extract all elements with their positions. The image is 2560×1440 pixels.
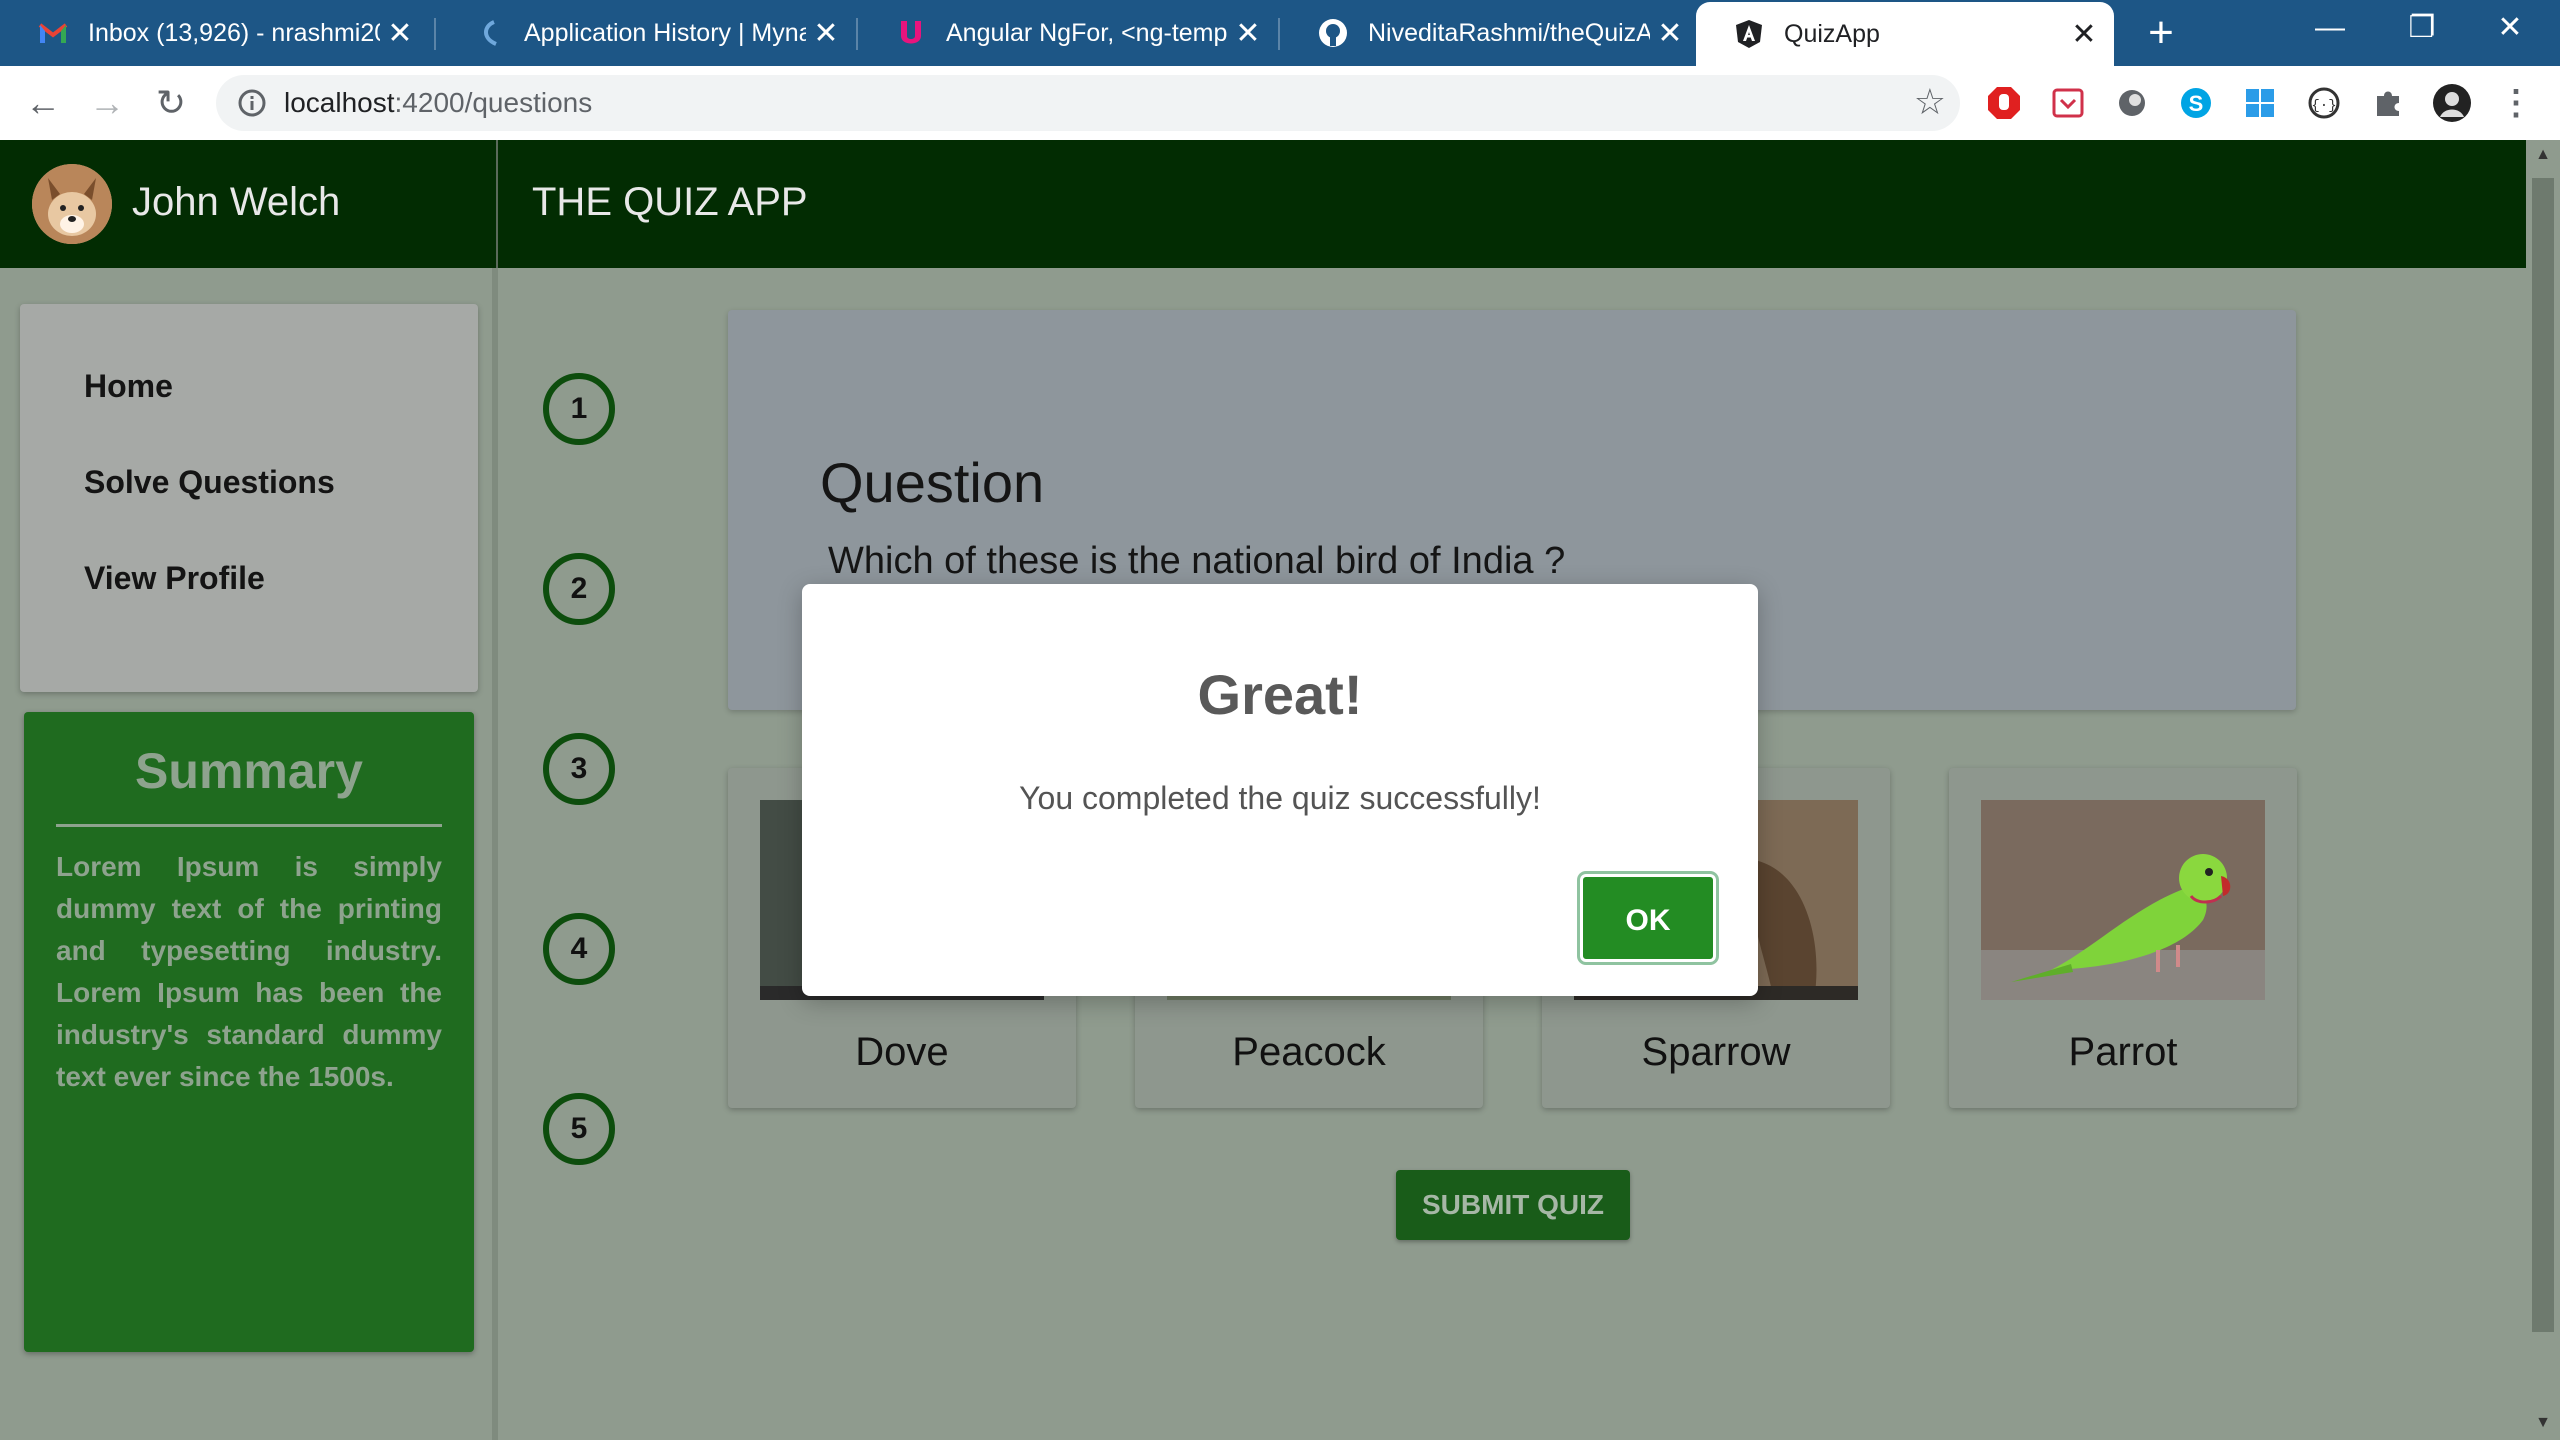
option-card-parrot[interactable]: Parrot	[1949, 768, 2297, 1108]
option-label: Sparrow	[1641, 1030, 1791, 1074]
scrollbar-thumb[interactable]	[2532, 178, 2554, 1332]
tab-ultimate-angular[interactable]: Angular NgFor, <ng-templa ✕	[858, 0, 1278, 66]
app-title: THE QUIZ APP	[532, 180, 808, 224]
close-icon[interactable]: ✕	[380, 16, 420, 51]
minimize-icon[interactable]: —	[2286, 0, 2374, 56]
dialog-message: You completed the quiz successfully!	[1019, 780, 1541, 816]
adblock-icon[interactable]	[1984, 83, 2024, 123]
browser-tab-strip: Inbox (13,926) - nrashmi200 ✕ Applicatio…	[0, 0, 2560, 66]
nav-item-view-profile[interactable]: View Profile	[84, 560, 265, 597]
question-number-1[interactable]: 1	[543, 373, 615, 445]
question-number-4[interactable]: 4	[543, 913, 615, 985]
tab-title: Inbox (13,926) - nrashmi200	[88, 18, 380, 47]
tab-mynau[interactable]: Application History | Mynau ✕	[436, 0, 856, 66]
extensions-puzzle-icon[interactable]	[2368, 83, 2408, 123]
user-name: John Welch	[132, 180, 341, 224]
question-number-5[interactable]: 5	[543, 1093, 615, 1165]
summary-text: Lorem Ipsum is simply dummy text of the …	[56, 851, 442, 1092]
nav-item-home[interactable]: Home	[84, 368, 173, 405]
dialog-title: Great!	[1197, 663, 1363, 726]
bookmark-star-icon[interactable]: ☆	[1914, 81, 1946, 123]
svg-text:{·}: {·}	[2311, 98, 2336, 114]
browser-toolbar: ← → ↻ localhost:4200/questions ☆ S {·} ⋮	[0, 66, 2560, 140]
reload-icon[interactable]: ↻	[148, 80, 194, 126]
ultimate-angular-icon	[896, 18, 926, 48]
avatar[interactable]	[32, 164, 112, 244]
close-window-icon[interactable]: ✕	[2466, 0, 2554, 56]
windows-icon[interactable]	[2240, 83, 2280, 123]
profile-avatar-icon[interactable]	[2432, 83, 2472, 123]
ok-button[interactable]: OK	[1580, 874, 1716, 962]
close-icon[interactable]: ✕	[806, 16, 846, 51]
completion-dialog: Great! You completed the quiz successful…	[802, 584, 1758, 996]
svg-text:S: S	[2189, 91, 2204, 116]
question-number-2[interactable]: 2	[543, 553, 615, 625]
address-bar[interactable]: localhost:4200/questions ☆	[216, 75, 1960, 131]
angular-icon	[1734, 19, 1764, 49]
option-label: Parrot	[2068, 1030, 2178, 1074]
tab-title: NiveditaRashmi/theQuizApp	[1368, 18, 1650, 47]
back-icon[interactable]: ←	[20, 80, 66, 126]
question-text: Which of these is the national bird of I…	[828, 540, 1566, 582]
url-host: localhost	[284, 87, 395, 118]
option-label: Dove	[855, 1030, 949, 1074]
tab-title: Angular NgFor, <ng-templa	[946, 18, 1228, 47]
user-block: John Welch	[0, 140, 498, 268]
sidebar: Home Solve Questions View Profile Summar…	[0, 268, 498, 1440]
submit-quiz-button[interactable]: SUBMIT QUIZ	[1396, 1170, 1630, 1240]
github-icon	[1318, 18, 1348, 48]
tab-title: QuizApp	[1784, 19, 1880, 48]
tab-title: Application History | Mynau	[524, 18, 806, 47]
extension-circle-icon[interactable]	[2112, 83, 2152, 123]
skype-icon[interactable]: S	[2176, 83, 2216, 123]
option-label: Peacock	[1232, 1030, 1386, 1074]
new-tab-button[interactable]: +	[2136, 8, 2186, 58]
tab-github[interactable]: NiveditaRashmi/theQuizApp ✕	[1280, 0, 1700, 66]
nav-menu: Home Solve Questions View Profile	[20, 304, 478, 692]
tab-quizapp[interactable]: QuizApp ✕	[1696, 2, 2114, 66]
url-text: localhost:4200/questions	[284, 87, 592, 119]
app-header: John Welch THE QUIZ APP	[0, 140, 2560, 268]
mynau-icon	[474, 18, 504, 48]
gmail-icon	[38, 18, 68, 48]
info-icon[interactable]	[236, 87, 268, 119]
nav-item-solve-questions[interactable]: Solve Questions	[84, 464, 335, 501]
question-heading: Question	[820, 451, 1045, 514]
scroll-down-icon[interactable]: ▼	[2532, 1414, 2554, 1434]
summary-title: Summary	[135, 743, 363, 799]
page-scrollbar[interactable]: ▲ ▼	[2526, 140, 2560, 1440]
pocket-icon[interactable]	[2048, 83, 2088, 123]
parrot-image	[1981, 800, 2265, 1000]
summary-panel: Summary Lorem Ipsum is simply dummy text…	[24, 712, 474, 1352]
url-path: :4200/questions	[394, 87, 593, 118]
question-number-3[interactable]: 3	[543, 733, 615, 805]
scroll-up-icon[interactable]: ▲	[2532, 146, 2554, 166]
close-icon[interactable]: ✕	[1228, 16, 1268, 51]
browser-menu-icon[interactable]: ⋮	[2496, 83, 2536, 123]
summary-divider	[56, 824, 442, 827]
code-extension-icon[interactable]: {·}	[2304, 83, 2344, 123]
close-icon[interactable]: ✕	[2064, 17, 2104, 52]
tab-gmail[interactable]: Inbox (13,926) - nrashmi200 ✕	[0, 0, 430, 66]
forward-icon[interactable]: →	[84, 80, 130, 126]
close-icon[interactable]: ✕	[1650, 16, 1690, 51]
restore-icon[interactable]: ❐	[2378, 0, 2466, 56]
